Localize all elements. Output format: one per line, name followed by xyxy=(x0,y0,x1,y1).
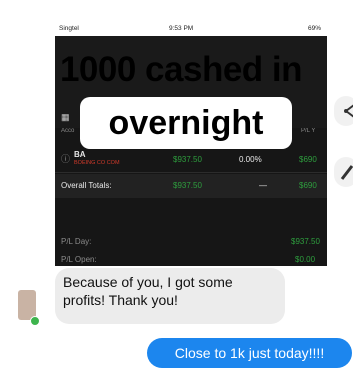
account-label: Acco xyxy=(61,128,75,134)
battery-label: 69% xyxy=(307,25,321,32)
outgoing-message-bubble[interactable]: Close to 1k just today!!!! xyxy=(147,338,352,368)
carrier-label: Singtel xyxy=(59,25,79,32)
pl-day-value: $937.50 xyxy=(291,237,320,246)
stock-last: $690 xyxy=(299,155,317,164)
meme-caption-line-2: overnight xyxy=(80,97,292,149)
online-status-dot xyxy=(30,316,40,326)
stock-symbol: BA xyxy=(74,150,86,159)
stock-name: BOEING CO COM xyxy=(74,160,120,166)
meme-caption-line-1: 1000 cashed in xyxy=(59,50,303,89)
pl-day-row: P/L Day: $937.50 xyxy=(55,234,327,250)
incoming-message-bubble[interactable]: Because of you, I got some profits! Than… xyxy=(55,268,285,324)
stock-value: $937.50 xyxy=(173,155,202,164)
overall-totals-row: Overall Totals: $937.50 — $690 xyxy=(55,174,327,198)
overall-label: Overall Totals: xyxy=(61,181,112,190)
overall-dash: — xyxy=(259,181,267,190)
table-row[interactable]: ⓘ BA BOEING CO COM $937.50 0.00% $690 xyxy=(55,148,327,173)
share-icon[interactable] xyxy=(334,96,353,126)
phone-status-bar: Singtel 9:53 PM 69% xyxy=(55,22,327,36)
pl-open-value: $0.00 xyxy=(295,255,316,264)
edit-icon[interactable] xyxy=(334,157,353,187)
overall-value: $937.50 xyxy=(173,181,202,190)
info-icon: ⓘ xyxy=(61,154,71,164)
stock-pct: 0.00% xyxy=(239,155,262,164)
time-label: 9:53 PM xyxy=(169,25,194,32)
column-label: P/L Y xyxy=(301,128,316,134)
pl-day-label: P/L Day: xyxy=(61,237,92,246)
pl-open-row: P/L Open: $0.00 xyxy=(55,252,327,266)
overall-last: $690 xyxy=(299,181,317,190)
menu-icon: ▦ xyxy=(61,112,70,122)
pl-open-label: P/L Open: xyxy=(61,255,97,264)
